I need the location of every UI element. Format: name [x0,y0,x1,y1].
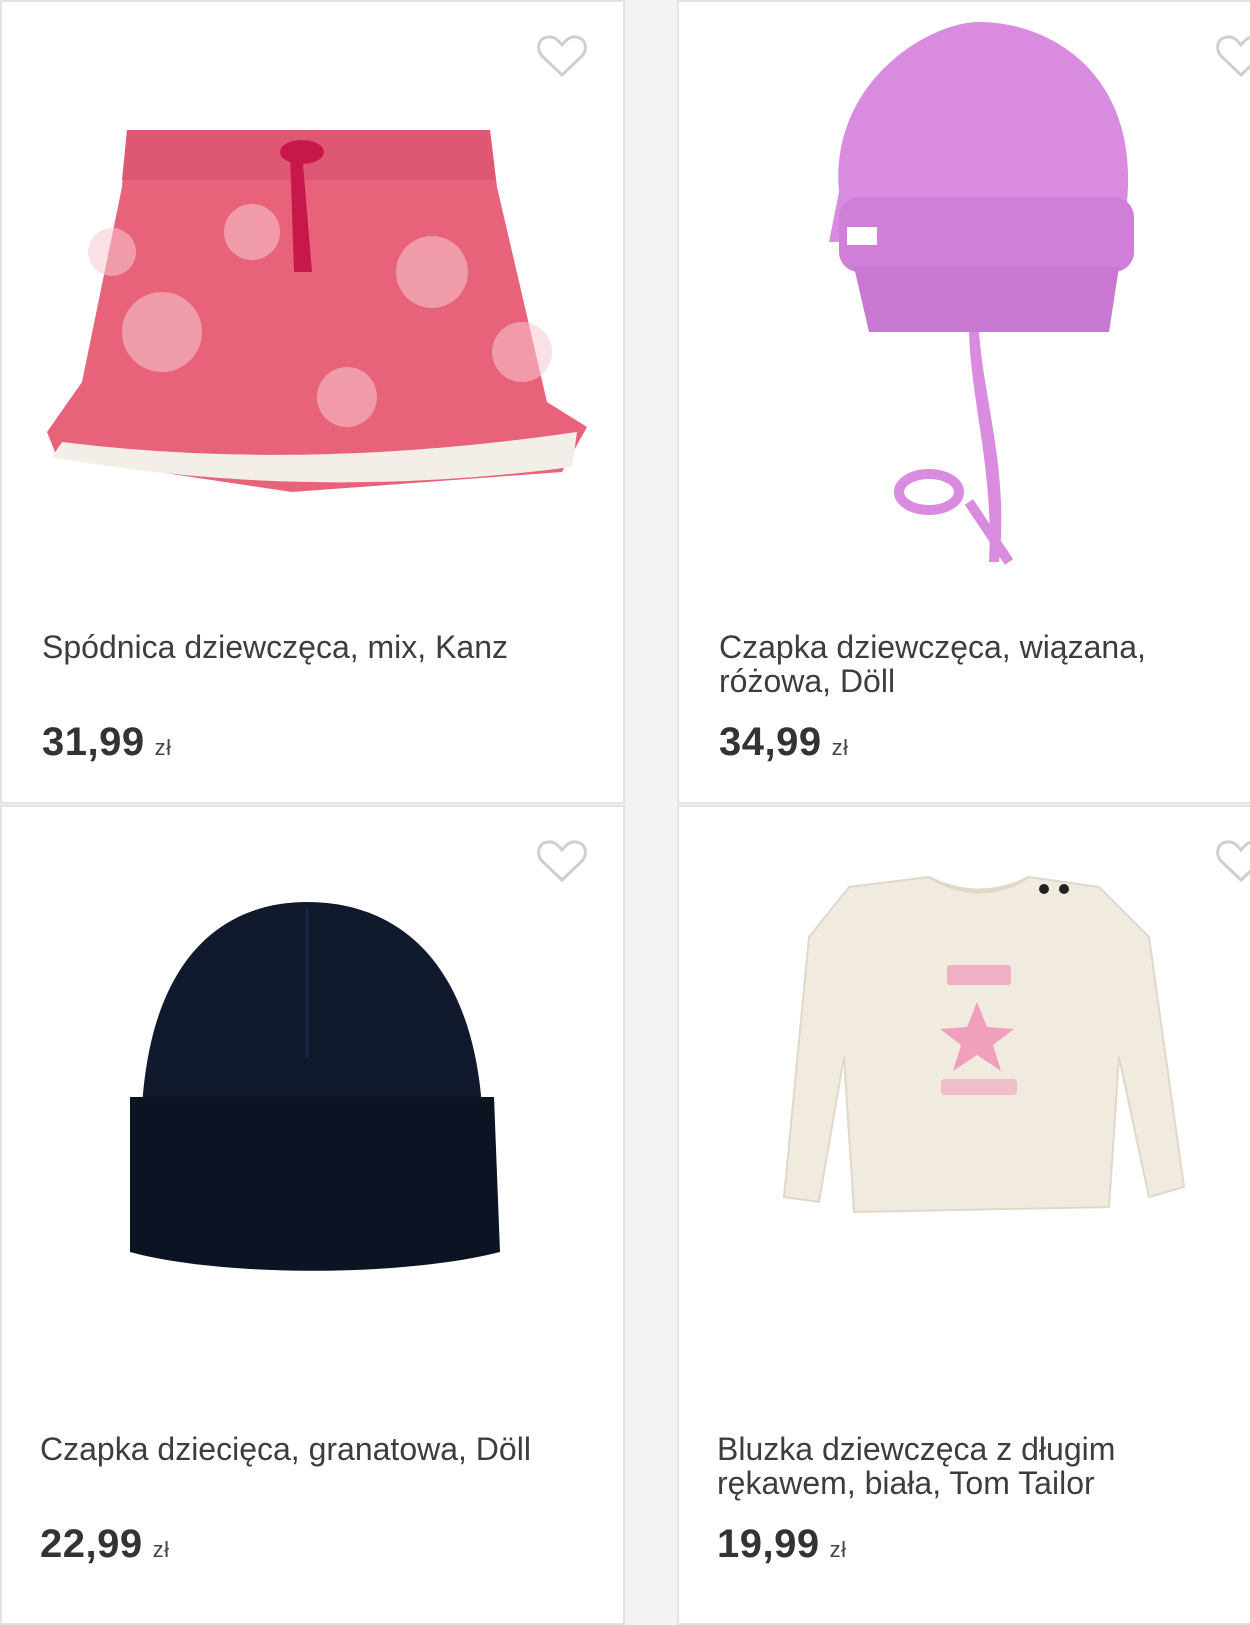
price-value: 22,99 [40,1522,143,1566]
product-name[interactable]: Czapka dziewczęca, wiązana, różowa, Döll [719,630,1219,698]
product-price: 34,99 zł [719,720,849,765]
pink-hat-illustration [829,22,1134,565]
product-card-pink-hat[interactable]: Czapka dziewczęca, wiązana, różowa, Döll… [677,0,1250,804]
product-name[interactable]: Czapka dziecięca, granatowa, Döll [40,1432,560,1466]
favorite-button[interactable] [536,837,588,885]
grid-gutter [625,0,677,1610]
currency: zł [152,1537,170,1562]
heart-outline-icon [537,35,587,78]
currency: zł [154,735,172,760]
heart-outline-icon [1216,35,1250,78]
favorite-button[interactable] [1215,32,1250,80]
product-name[interactable]: Spódnica dziewczęca, mix, Kanz [42,630,562,664]
product-card-shirt[interactable] [677,805,1250,1625]
product-grid: Spódnica dziewczęca, mix, Kanz 31,99 zł C… [0,0,1250,1625]
product-price: 31,99 zł [42,720,172,765]
heart-outline-icon [1216,840,1250,883]
product-price: 22,99 zł [40,1522,170,1567]
heart-outline-icon [537,840,587,883]
product-image-navy-hat[interactable] [2,807,623,1427]
favorite-button[interactable] [536,32,588,80]
favorite-button[interactable] [1215,837,1250,885]
price-value: 34,99 [719,720,822,764]
product-name[interactable]: Bluzka dziewczęca z długim rękawem, biał… [717,1432,1217,1500]
product-price: 19,99 zł [717,1522,847,1567]
price-value: 19,99 [717,1522,820,1566]
price-value: 31,99 [42,720,145,764]
skirt-illustration [47,130,587,492]
product-image-skirt[interactable] [2,2,623,622]
currency: zł [829,1537,847,1562]
shirt-illustration [782,875,1186,1214]
product-image-shirt[interactable] [679,807,1250,1427]
product-card-navy-hat[interactable] [0,805,625,1625]
currency: zł [831,735,849,760]
product-image-pink-hat[interactable] [679,2,1250,622]
navy-hat-illustration [130,902,500,1271]
product-card-skirt[interactable]: Spódnica dziewczęca, mix, Kanz 31,99 zł [0,0,625,804]
